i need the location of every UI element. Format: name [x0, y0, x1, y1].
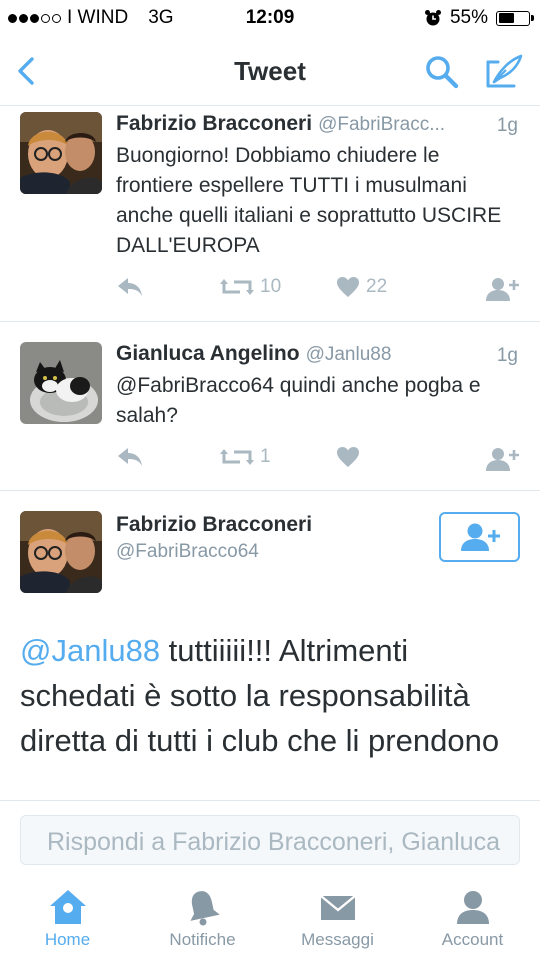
like-button[interactable] — [336, 446, 366, 468]
tweet-text: @FabriBracco64 quindi anche pogba e sala… — [116, 374, 481, 427]
add-user-icon — [486, 448, 519, 471]
retweet-icon — [220, 449, 254, 465]
tweet-author-handle[interactable]: @Janlu88 — [306, 344, 392, 365]
alarm-icon — [424, 10, 441, 26]
follow-button[interactable] — [486, 446, 520, 472]
tab-messages-label: Messaggi — [301, 930, 374, 949]
tab-account-label: Account — [441, 930, 504, 949]
tab-bar: Home Notifiche Messaggi Account — [0, 876, 540, 960]
tweet-author-name[interactable]: Gianluca Angelino — [116, 342, 300, 365]
tweet-item[interactable]: Fabrizio Bracconeri @FabriBracc... 1g Buo… — [0, 106, 540, 322]
reply-icon — [118, 278, 142, 296]
compose-icon[interactable] — [484, 52, 524, 92]
tweet-actions: 10 22 — [116, 276, 520, 306]
avatar[interactable] — [20, 112, 102, 194]
follow-button[interactable] — [439, 512, 520, 562]
battery-icon — [496, 10, 534, 26]
reply-icon — [118, 448, 142, 466]
mention-link[interactable]: @Janlu88 — [20, 633, 160, 668]
add-user-icon — [486, 278, 519, 301]
heart-icon — [337, 277, 359, 297]
tweet-time: 1g — [496, 345, 518, 366]
retweet-icon — [220, 279, 254, 295]
tab-messages[interactable]: Messaggi — [270, 888, 405, 950]
bell-icon — [189, 891, 220, 926]
tweet-header: Gianluca Angelino @Janlu88 — [116, 342, 520, 366]
tab-home-label: Home — [44, 930, 91, 949]
add-user-icon — [460, 523, 500, 551]
tweet-item[interactable]: Gianluca Angelino @Janlu88 1g @FabriBracc… — [0, 322, 540, 491]
reply-bar: Rispondi a Fabrizio Bracconeri, Gianluca — [0, 800, 540, 876]
reply-input[interactable]: Rispondi a Fabrizio Bracconeri, Gianluca — [20, 815, 520, 865]
envelope-icon — [319, 895, 356, 920]
home-icon — [49, 890, 86, 924]
tweet-text: Buongiorno! Dobbiamo chiudere le frontie… — [116, 144, 502, 257]
retweet-count: 10 — [260, 276, 282, 297]
tweet-header: Fabrizio Bracconeri @FabriBracc... — [116, 112, 520, 136]
nav-bar: Tweet — [0, 36, 540, 106]
tab-notifications-label: Notifiche — [169, 930, 236, 949]
reply-button[interactable] — [116, 276, 144, 298]
main-tweet-text: @Janlu88 tuttiiiii!!! Altrimenti schedat… — [20, 628, 520, 763]
like-count: 22 — [366, 276, 388, 297]
retweet-button[interactable]: 1 — [220, 446, 271, 468]
person-icon — [456, 891, 489, 924]
tweet-author-handle[interactable]: @FabriBracc... — [318, 114, 445, 135]
tweet-time: 1g — [496, 115, 518, 136]
tab-notifications[interactable]: Notifiche — [135, 888, 270, 950]
search-icon[interactable] — [424, 54, 460, 90]
status-right: 55% — [424, 7, 534, 29]
status-bar: I WIND 3G 12:09 55% — [0, 0, 540, 36]
like-button[interactable]: 22 — [336, 276, 387, 298]
tweet-actions: 1 — [116, 446, 520, 476]
avatar[interactable] — [20, 342, 102, 424]
tab-home[interactable]: Home — [0, 888, 135, 950]
main-tweet-author-name[interactable]: Fabrizio Bracconeri — [116, 513, 312, 537]
reply-button[interactable] — [116, 446, 144, 468]
tweet-author-name[interactable]: Fabrizio Bracconeri — [116, 112, 312, 135]
follow-button[interactable] — [486, 276, 520, 302]
retweet-button[interactable]: 10 — [220, 276, 281, 298]
battery-percent: 55% — [449, 7, 488, 28]
avatar[interactable] — [20, 511, 102, 593]
main-tweet-author-handle[interactable]: @FabriBracco64 — [116, 541, 259, 563]
heart-icon — [337, 447, 359, 467]
retweet-count: 1 — [260, 446, 271, 467]
tab-account[interactable]: Account — [405, 888, 540, 950]
